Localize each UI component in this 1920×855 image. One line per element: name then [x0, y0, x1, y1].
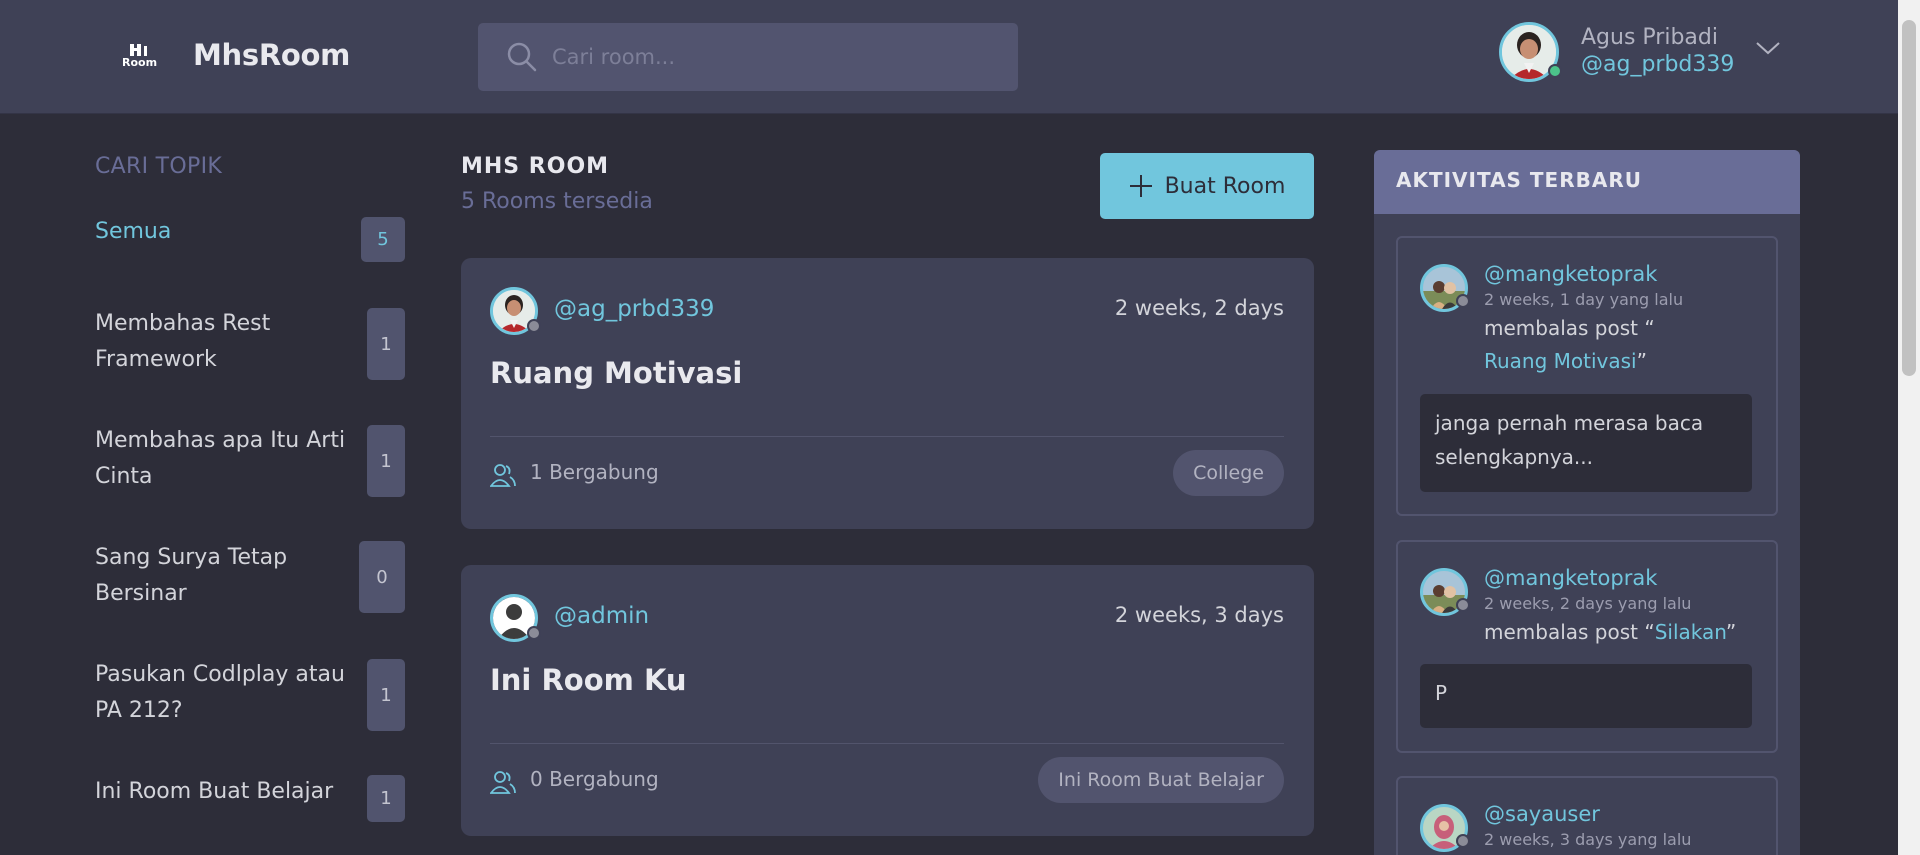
- joined-count: 1 Bergabung: [530, 460, 659, 484]
- topic-tag[interactable]: College: [1173, 450, 1284, 496]
- topic-label: Ini Room Buat Belajar: [95, 779, 334, 804]
- activity-quote-close: ”: [1725, 620, 1737, 644]
- user-handle[interactable]: @ag_prbd339: [1581, 52, 1734, 77]
- activity-item[interactable]: @mangketoprak 2 weeks, 1 day yang lalu m…: [1396, 236, 1778, 516]
- users-icon: [490, 464, 516, 487]
- topic-label: Membahas apa Itu Arti Cinta: [95, 428, 346, 489]
- status-dot: [1456, 598, 1470, 612]
- status-dot: [1456, 294, 1470, 308]
- activity-title: AKTIVITAS TERBARU: [1396, 168, 1642, 192]
- room-name[interactable]: Ruang Motivasi: [490, 356, 742, 390]
- topic-item[interactable]: Ini Room Buat Belajar 1: [95, 774, 405, 822]
- joined-count: 0 Bergabung: [530, 767, 659, 791]
- topics-title: CARI TOPIK: [95, 154, 223, 179]
- activity-room-link[interactable]: Silakan: [1655, 620, 1726, 644]
- activity-time: 2 weeks, 3 days yang lalu: [1484, 830, 1692, 849]
- room-logo-icon[interactable]: Room: [122, 44, 158, 72]
- topic-item[interactable]: Membahas Rest Framework 1: [95, 306, 405, 380]
- create-room-button[interactable]: Buat Room: [1100, 153, 1314, 219]
- activity-text: membalas post “Silakan”: [1484, 616, 1774, 649]
- activity-reply: janga pernah merasa baca selengkapnya...: [1420, 394, 1752, 492]
- scrollbar[interactable]: [1898, 0, 1920, 855]
- topic-label: Pasukan Codlplay atau PA 212?: [95, 662, 345, 723]
- room-host[interactable]: @admin: [554, 603, 649, 629]
- room-card[interactable]: @ag_prbd339 2 weeks, 2 days Ruang Motiva…: [461, 258, 1314, 529]
- logo-text: Room: [122, 56, 158, 69]
- topic-count: 1: [367, 425, 405, 497]
- divider: [490, 743, 1284, 744]
- search-icon: [507, 42, 537, 72]
- chevron-down-icon[interactable]: [1755, 38, 1781, 58]
- plus-icon: [1129, 175, 1152, 197]
- users-icon: [490, 771, 516, 794]
- activity-action: membalas post “: [1484, 620, 1655, 644]
- topic-item[interactable]: Sang Surya Tetap Bersinar 0: [95, 540, 405, 614]
- activity-item[interactable]: @sayauser 2 weeks, 3 days yang lalu: [1396, 776, 1778, 855]
- topic-count: 0: [359, 541, 405, 613]
- topic-item-semua[interactable]: Semua 5: [95, 214, 405, 262]
- activity-header: AKTIVITAS TERBARU: [1374, 150, 1800, 214]
- topic-item[interactable]: Pasukan Codlplay atau PA 212? 1: [95, 657, 405, 731]
- topic-count: 5: [361, 217, 405, 262]
- search-input[interactable]: [552, 23, 992, 91]
- scrollbar-thumb[interactable]: [1902, 20, 1916, 376]
- recent-activity-panel: AKTIVITAS TERBARU @mangketoprak 2 weeks,…: [1374, 150, 1800, 855]
- activity-user[interactable]: @mangketoprak: [1484, 262, 1657, 286]
- activity-time: 2 weeks, 2 days yang lalu: [1484, 594, 1692, 613]
- room-time: 2 weeks, 2 days: [1114, 296, 1284, 320]
- create-room-label: Buat Room: [1164, 173, 1286, 199]
- activity-quote-close: ”: [1636, 349, 1647, 373]
- status-dot: [527, 319, 541, 333]
- topic-label: Membahas Rest Framework: [95, 311, 271, 372]
- room-name[interactable]: Ini Room Ku: [490, 663, 687, 697]
- room-count: 5 Rooms tersedia: [461, 189, 653, 214]
- status-dot: [1456, 834, 1470, 848]
- status-dot: [527, 626, 541, 640]
- divider: [490, 436, 1284, 437]
- topic-item[interactable]: Membahas apa Itu Arti Cinta 1: [95, 423, 405, 497]
- search-bar[interactable]: [478, 23, 1018, 91]
- page-title: MHS ROOM: [461, 154, 610, 179]
- room-time: 2 weeks, 3 days: [1114, 603, 1284, 627]
- topic-count: 1: [367, 659, 405, 731]
- activity-item[interactable]: @mangketoprak 2 weeks, 2 days yang lalu …: [1396, 540, 1778, 753]
- activity-user[interactable]: @sayauser: [1484, 802, 1600, 826]
- brand-name[interactable]: MhsRoom: [193, 38, 350, 72]
- topic-tag[interactable]: Ini Room Buat Belajar: [1038, 757, 1284, 803]
- activity-text: membalas post “ Ruang Motivasi”: [1484, 312, 1764, 378]
- topic-label: Semua: [95, 219, 172, 244]
- user-name[interactable]: Agus Pribadi: [1581, 25, 1718, 50]
- top-navbar: Room MhsRoom Agus Pribadi @ag_prbd339: [0, 0, 1898, 114]
- activity-user[interactable]: @mangketoprak: [1484, 566, 1657, 590]
- topic-count: 1: [367, 308, 405, 380]
- topic-label: Sang Surya Tetap Bersinar: [95, 545, 288, 606]
- activity-time: 2 weeks, 1 day yang lalu: [1484, 290, 1684, 309]
- online-status-dot: [1548, 64, 1562, 78]
- topic-count: 1: [367, 775, 405, 822]
- activity-room-link[interactable]: Ruang Motivasi: [1484, 349, 1637, 373]
- room-card[interactable]: @admin 2 weeks, 3 days Ini Room Ku 0 Ber…: [461, 565, 1314, 836]
- activity-reply: P: [1420, 664, 1752, 728]
- room-host[interactable]: @ag_prbd339: [554, 296, 714, 322]
- activity-action: membalas post “: [1484, 316, 1655, 340]
